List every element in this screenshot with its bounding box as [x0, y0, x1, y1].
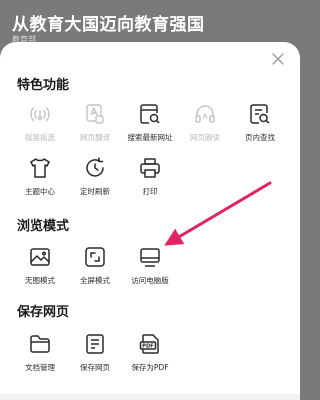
theme-center-button[interactable]: 主题中心: [10, 156, 70, 197]
no-image-icon: [30, 248, 50, 266]
section-title-save-page: 保存网页: [17, 305, 70, 320]
page-title: 从教育大国迈向教育强国: [12, 15, 205, 35]
document-management-label: 文档管理: [25, 363, 55, 372]
pdf-icon: PDF: [139, 334, 159, 354]
section-title-browse-mode: 浏览模式: [17, 219, 70, 234]
timed-refresh-label: 定时刷新: [80, 187, 110, 196]
close-icon[interactable]: [270, 51, 286, 67]
search-latest-url-label: 搜索最新网址: [127, 133, 173, 142]
timer-refresh-icon: [86, 157, 104, 177]
bottom-bar: [0, 394, 300, 400]
read-aloud-label: 网页朗读: [190, 133, 220, 142]
desktop-version-button[interactable]: 访问电脑版: [120, 245, 180, 286]
find-in-page-icon: [250, 104, 270, 124]
translate-button[interactable]: 网页翻译: [65, 102, 125, 143]
print-button[interactable]: 打印: [120, 156, 180, 197]
save-page-icon: [86, 334, 104, 354]
theme-center-label: 主题中心: [25, 187, 55, 196]
timed-refresh-button[interactable]: 定时刷新: [65, 156, 125, 197]
no-image-mode-button[interactable]: 无图模式: [10, 245, 70, 286]
desktop-version-label: 访问电脑版: [131, 276, 169, 285]
document-management-button[interactable]: 文档管理: [10, 332, 70, 373]
shake-label: 摇晃摇选: [25, 133, 55, 142]
print-label: 打印: [142, 187, 158, 196]
svg-text:PDF: PDF: [142, 344, 154, 350]
save-page-button[interactable]: 保存网页: [65, 332, 125, 373]
shirt-icon: [30, 158, 50, 178]
desktop-icon: [140, 248, 160, 267]
shake-button[interactable]: 摇晃摇选: [10, 102, 70, 143]
shake-icon: [30, 107, 50, 122]
fullscreen-mode-label: 全屏模式: [80, 276, 110, 285]
save-as-pdf-button[interactable]: PDF 保存为PDF: [120, 332, 180, 373]
search-page-icon: [140, 104, 160, 124]
section-title-features: 特色功能: [17, 78, 70, 93]
no-image-mode-label: 无图模式: [25, 276, 55, 285]
folder-icon: [30, 335, 50, 353]
more-options-sheet: 特色功能 摇晃摇选 网页翻译 搜索最新网址 网页朗读 页内查找 主题中心 定时刷…: [0, 42, 300, 400]
read-aloud-button[interactable]: 网页朗读: [175, 102, 235, 143]
headphones-icon: [195, 105, 215, 123]
translate-label: 网页翻译: [80, 133, 110, 142]
printer-icon: [140, 158, 160, 178]
translate-icon: [86, 104, 104, 124]
save-page-label: 保存网页: [80, 363, 110, 372]
fullscreen-icon: [85, 247, 105, 267]
find-in-page-button[interactable]: 页内查找: [230, 102, 290, 143]
find-in-page-label: 页内查找: [245, 133, 275, 142]
search-latest-url-button[interactable]: 搜索最新网址: [120, 102, 180, 143]
fullscreen-mode-button[interactable]: 全屏模式: [65, 245, 125, 286]
save-as-pdf-label: 保存为PDF: [131, 363, 169, 372]
